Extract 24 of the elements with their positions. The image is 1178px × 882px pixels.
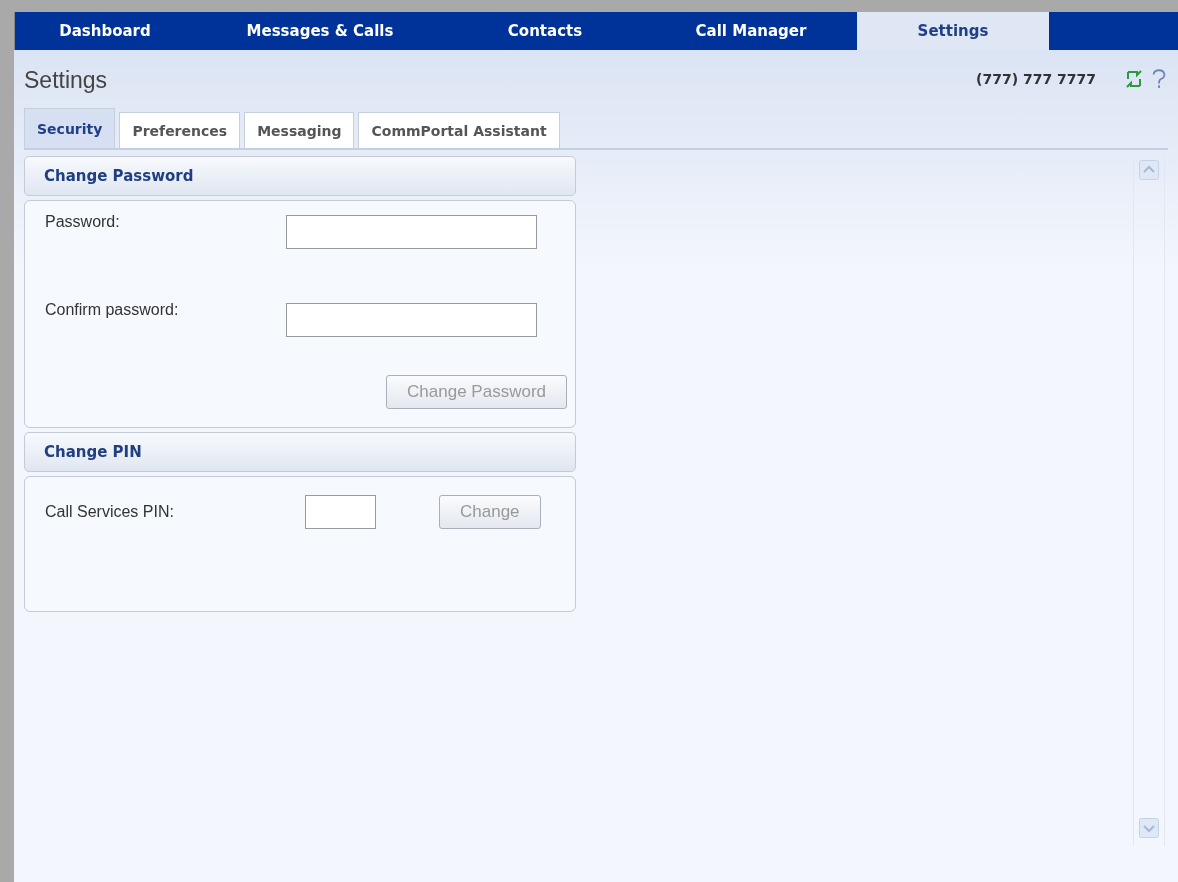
nav-tab[interactable]: Messages & Calls bbox=[195, 12, 445, 50]
scroll-down-icon[interactable] bbox=[1139, 818, 1159, 838]
nav-tab[interactable]: Dashboard bbox=[15, 12, 195, 50]
input-field[interactable] bbox=[286, 215, 537, 249]
section-title: Change Password bbox=[44, 167, 194, 185]
refresh-icon[interactable] bbox=[1124, 69, 1144, 89]
nav-tab[interactable]: Contacts bbox=[445, 12, 645, 50]
nav-tab[interactable]: Call Manager bbox=[645, 12, 857, 50]
scrollbar[interactable] bbox=[1133, 156, 1165, 846]
page-title: Settings bbox=[24, 65, 109, 94]
input-field[interactable] bbox=[286, 303, 537, 337]
nav-tab[interactable]: Settings bbox=[857, 12, 1049, 50]
field-label: Call Services PIN: bbox=[45, 503, 175, 521]
field-label: Confirm password: bbox=[45, 301, 180, 319]
input-field[interactable] bbox=[305, 495, 376, 529]
tab[interactable]: CommPortal Assistant bbox=[358, 112, 560, 148]
tab[interactable]: Messaging bbox=[244, 112, 355, 148]
tab[interactable]: Preferences bbox=[119, 112, 241, 148]
tab[interactable]: Security bbox=[24, 108, 116, 148]
section-title: Change PIN bbox=[44, 443, 142, 461]
phone-number: (777) 777 7777 bbox=[976, 71, 1096, 87]
field-label: Password: bbox=[45, 213, 121, 231]
scroll-up-icon[interactable] bbox=[1139, 160, 1159, 180]
help-icon[interactable] bbox=[1150, 67, 1168, 91]
